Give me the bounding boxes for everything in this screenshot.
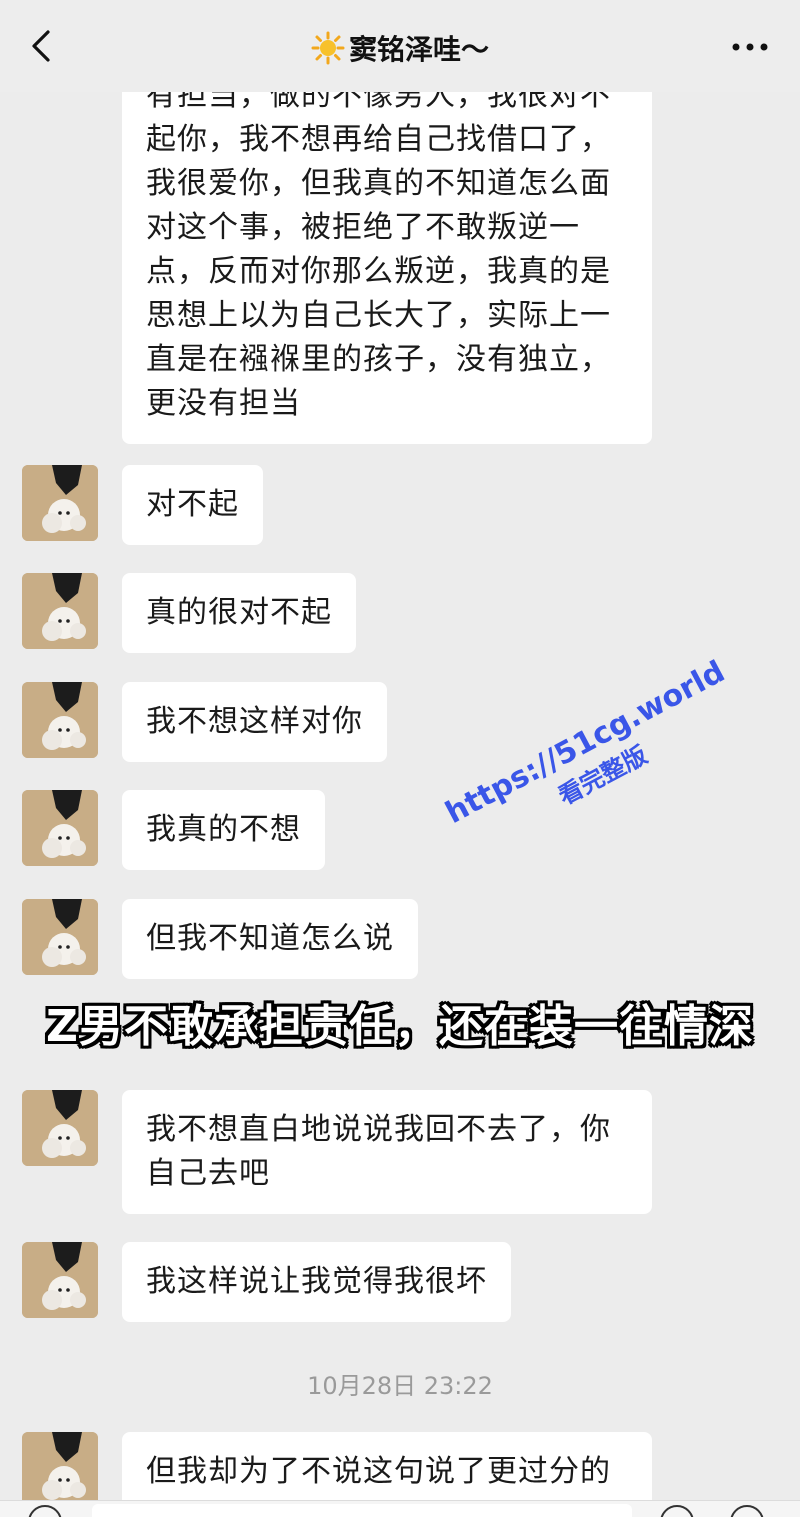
message-bubble[interactable]: 我不想这样对你 <box>122 682 387 762</box>
message-timestamp: 10月28日 23:22 <box>307 1372 493 1400</box>
avatar[interactable] <box>22 682 98 758</box>
message-text: 真的很对不起 <box>146 595 332 630</box>
message-text: 对不起 <box>146 487 239 522</box>
dog-avatar-image <box>22 573 98 649</box>
message-bubble[interactable]: 有担当，做的不像男人，我很对不起你，我不想再给自己找借口了，我很爱你，但我真的不… <box>122 40 652 444</box>
message-bubble[interactable]: 对不起 <box>122 465 263 545</box>
avatar[interactable] <box>22 465 98 541</box>
message-bubble[interactable]: 我不想直白地说说我回不去了，你自己去吧 <box>122 1090 652 1214</box>
dog-avatar-image <box>22 899 98 975</box>
dog-avatar-image <box>22 1090 98 1166</box>
message-text: 但我不知道怎么说 <box>146 921 394 956</box>
dog-avatar-image <box>22 1242 98 1318</box>
dog-avatar-image <box>22 682 98 758</box>
input-bar <box>0 1500 800 1517</box>
avatar[interactable] <box>22 1242 98 1318</box>
message-bubble[interactable]: 真的很对不起 <box>122 573 356 653</box>
avatar[interactable] <box>22 1432 98 1508</box>
avatar[interactable] <box>22 899 98 975</box>
chat-screen: 窦铭泽哇～ 有担当，做的不像男人，我很对不起你，我不想再给自己找借口了，我很爱你… <box>0 0 800 1517</box>
emoji-icon[interactable] <box>660 1505 694 1517</box>
dog-avatar-image <box>22 790 98 866</box>
message-text: 有担当，做的不像男人，我很对不起你，我不想再给自己找借口了，我很爱你，但我真的不… <box>146 78 611 421</box>
message-input[interactable] <box>92 1504 632 1517</box>
more-dots-icon <box>732 43 768 51</box>
chat-title-text: 窦铭泽哇～ <box>348 33 489 66</box>
watermark: https://51cg.world 看完整版 <box>440 654 747 862</box>
dog-avatar-image <box>22 465 98 541</box>
chat-title: 窦铭泽哇～ <box>0 28 800 68</box>
avatar[interactable] <box>22 1090 98 1166</box>
avatar[interactable] <box>22 790 98 866</box>
message-bubble[interactable]: 我这样说让我觉得我很坏 <box>122 1242 511 1322</box>
message-bubble[interactable]: 我真的不想 <box>122 790 325 870</box>
video-caption: Z男不敢承担责任，还在装一往情深 <box>46 1001 754 1052</box>
message-text: 我不想这样对你 <box>146 704 363 739</box>
more-button[interactable] <box>730 32 770 62</box>
chat-header: 窦铭泽哇～ <box>0 0 800 92</box>
message-text: 我这样说让我觉得我很坏 <box>146 1264 487 1299</box>
add-icon[interactable] <box>730 1505 764 1517</box>
dog-avatar-image <box>22 1432 98 1508</box>
voice-icon[interactable] <box>28 1505 62 1517</box>
sun-icon <box>311 31 345 65</box>
message-bubble[interactable]: 但我不知道怎么说 <box>122 899 418 979</box>
message-text: 我真的不想 <box>146 812 301 847</box>
message-text: 我不想直白地说说我回不去了，你自己去吧 <box>146 1112 611 1191</box>
avatar[interactable] <box>22 573 98 649</box>
message-text: 但我却为了不说这句说了更过分的 <box>146 1454 611 1489</box>
